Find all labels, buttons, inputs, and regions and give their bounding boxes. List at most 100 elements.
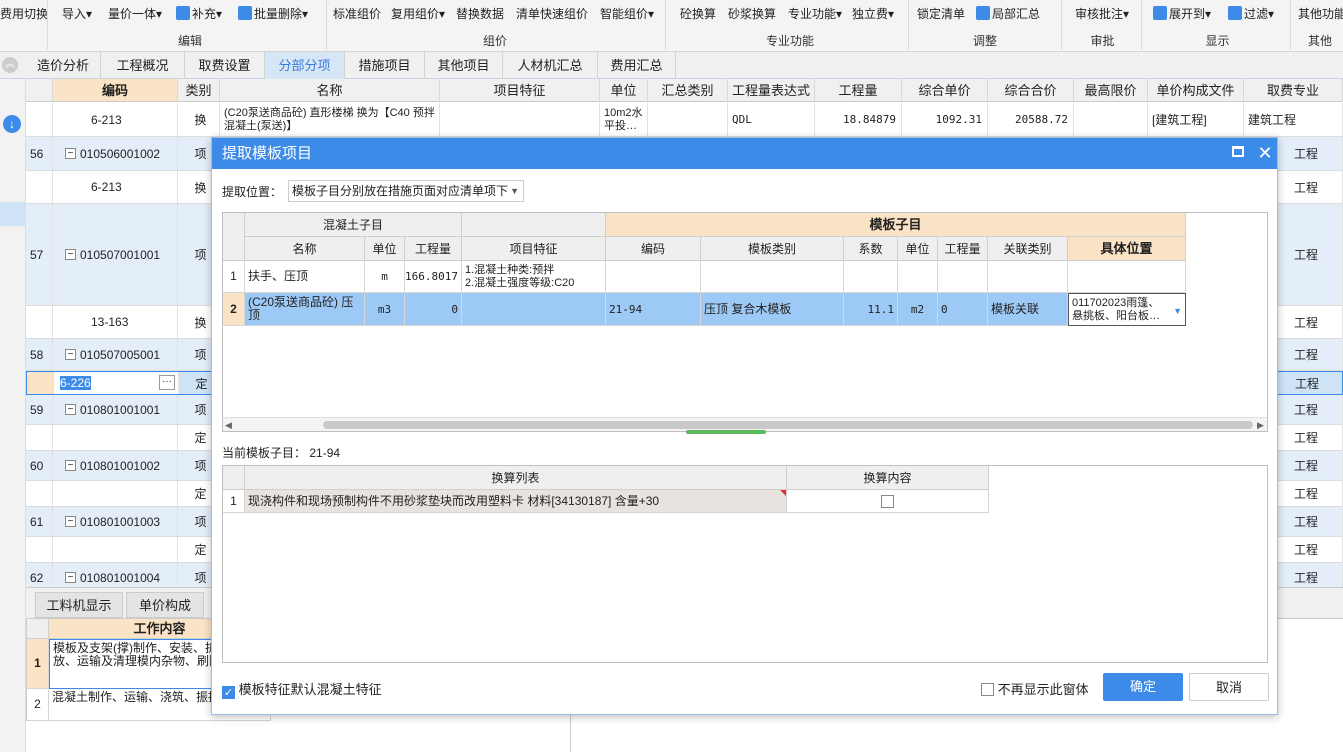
collapse-up-icon[interactable]: ︽ bbox=[2, 57, 18, 73]
header-unit[interactable]: 单位 bbox=[600, 79, 648, 102]
cell-position-editor[interactable]: 011702023雨篷、悬挑板、阳台板… ▼ bbox=[1068, 293, 1186, 326]
cell-qty2[interactable]: 0 bbox=[938, 293, 988, 326]
cell-qty[interactable]: 0 bbox=[405, 293, 462, 326]
cell-unit2[interactable]: m2 bbox=[898, 293, 938, 326]
row-code[interactable]: 6-213 bbox=[53, 103, 178, 136]
tab-measures[interactable]: 措施项目 bbox=[345, 52, 425, 79]
import-button[interactable]: 导入▾ bbox=[62, 4, 92, 24]
row-code[interactable]: −010801001003 bbox=[53, 507, 178, 536]
cell-relation[interactable]: 模板关联 bbox=[988, 293, 1068, 326]
horizontal-scrollbar[interactable]: ◀ ▶ bbox=[223, 417, 1267, 431]
header-total-price[interactable]: 综合合价 bbox=[988, 79, 1074, 102]
header-max-price[interactable]: 最高限价 bbox=[1074, 79, 1148, 102]
header-name[interactable]: 名称 bbox=[220, 79, 440, 102]
cell-feature[interactable]: 1.混凝土种类:预拌 2.混凝土强度等级:C20 bbox=[462, 261, 606, 293]
cell-unit[interactable]: m bbox=[365, 261, 405, 293]
special-function-button[interactable]: 专业功能▾ bbox=[788, 4, 842, 24]
scroll-left-icon[interactable]: ◀ bbox=[225, 419, 235, 431]
header-coef[interactable]: 系数 bbox=[844, 237, 898, 261]
replace-data-button[interactable]: 替换数据 bbox=[456, 4, 504, 24]
lock-list-button[interactable]: 锁定清单 bbox=[917, 4, 965, 24]
chevron-down-icon[interactable]: ▼ bbox=[1173, 305, 1182, 318]
header-code[interactable]: 编码 bbox=[606, 237, 701, 261]
header-template-type[interactable]: 模板类别 bbox=[701, 237, 844, 261]
conversion-item[interactable]: 现浇构件和现场预制构件不用砂浆垫块而改用塑料卡 材料[34130187] 含量+… bbox=[245, 490, 787, 513]
mortar-convert-button[interactable]: 砂浆换算 bbox=[728, 4, 776, 24]
header-price-file[interactable]: 单价构成文件 bbox=[1148, 79, 1244, 102]
tab-items[interactable]: 分部分项 bbox=[265, 52, 345, 79]
default-feature-option[interactable]: ✓ 模板特征默认混凝土特征 bbox=[222, 679, 382, 699]
header-unit-price[interactable]: 综合单价 bbox=[902, 79, 988, 102]
row-name[interactable]: (C20泵送商品砼) 直形楼梯 换为【C40 预拌混凝土(泵送)】 bbox=[220, 103, 440, 136]
row-code[interactable]: 13-163 bbox=[53, 306, 178, 338]
quick-pricing-button[interactable]: 清单快速组价 bbox=[516, 4, 588, 24]
scroll-right-icon[interactable]: ▶ bbox=[1257, 419, 1267, 431]
row-unit[interactable]: 10m2水平投… bbox=[600, 103, 648, 136]
collapse-icon[interactable]: − bbox=[65, 349, 76, 360]
ok-button[interactable]: 确定 bbox=[1103, 673, 1183, 701]
row-code[interactable]: −010507005001 bbox=[53, 339, 178, 370]
independent-fee-button[interactable]: 独立费▾ bbox=[852, 4, 894, 24]
standard-pricing-button[interactable]: 标准组价 bbox=[333, 4, 381, 24]
header-unit[interactable]: 单位 bbox=[365, 237, 405, 261]
cell-position[interactable] bbox=[1068, 261, 1186, 293]
tab-cost-analysis[interactable]: 造价分析 bbox=[26, 52, 101, 79]
fee-switch-button[interactable]: 费用切换 bbox=[0, 4, 48, 24]
smart-pricing-button[interactable]: 智能组价▾ bbox=[600, 4, 654, 24]
collapse-icon[interactable]: − bbox=[65, 516, 76, 527]
row-qty-expr[interactable]: QDL bbox=[728, 103, 815, 136]
tab-other-items[interactable]: 其他项目 bbox=[425, 52, 503, 79]
row-code[interactable]: −010506001002 bbox=[53, 137, 178, 170]
cancel-button[interactable]: 取消 bbox=[1189, 673, 1269, 701]
batch-delete-button[interactable]: 批量删除▾ bbox=[238, 4, 308, 24]
collapse-icon[interactable]: − bbox=[65, 404, 76, 415]
header-summary-type[interactable]: 汇总类别 bbox=[648, 79, 728, 102]
conversion-checkbox-cell[interactable] bbox=[787, 490, 989, 513]
supplement-button[interactable]: 补充▾ bbox=[176, 4, 222, 24]
scrollbar-thumb[interactable] bbox=[323, 421, 1253, 429]
concrete-convert-button[interactable]: 砼换算 bbox=[680, 4, 716, 24]
row-code[interactable] bbox=[53, 481, 178, 506]
header-position[interactable]: 具体位置 bbox=[1068, 237, 1186, 261]
cell-unit2[interactable] bbox=[898, 261, 938, 293]
row-code[interactable] bbox=[53, 425, 178, 450]
maximize-icon[interactable] bbox=[1232, 146, 1244, 157]
tab-labor-machine[interactable]: 工料机显示 bbox=[35, 592, 123, 618]
qty-price-button[interactable]: 量价一体▾ bbox=[108, 4, 162, 24]
collapse-icon[interactable]: − bbox=[65, 249, 76, 260]
header-type[interactable]: 类别 bbox=[178, 79, 220, 102]
row-qty[interactable]: 18.84879 bbox=[815, 103, 902, 136]
header-qty[interactable]: 工程量 bbox=[815, 79, 902, 102]
row-code[interactable]: −010801001001 bbox=[53, 395, 178, 424]
cell-template-type[interactable]: 压顶 复合木模板 bbox=[701, 293, 844, 326]
tab-fee-summary[interactable]: 费用汇总 bbox=[598, 52, 676, 79]
row-code[interactable]: −010801001002 bbox=[53, 451, 178, 480]
cell-coef[interactable] bbox=[844, 261, 898, 293]
row-code-editor[interactable]: 6-226 ··· bbox=[54, 372, 179, 394]
cell-qty2[interactable] bbox=[938, 261, 988, 293]
review-comment-button[interactable]: 审核批注▾ bbox=[1075, 4, 1129, 24]
cell-qty[interactable]: 166.8017 bbox=[405, 261, 462, 293]
row-price-file[interactable]: [建筑工程] bbox=[1148, 103, 1244, 136]
tab-fee-settings[interactable]: 取费设置 bbox=[185, 52, 265, 79]
filter-button[interactable]: 过滤▾ bbox=[1228, 4, 1274, 24]
tab-project-overview[interactable]: 工程概况 bbox=[101, 52, 185, 79]
no-show-option[interactable]: 不再显示此窗体 bbox=[981, 679, 1089, 698]
cell-feature[interactable] bbox=[462, 293, 606, 326]
row-code[interactable]: 6-213 bbox=[53, 171, 178, 203]
cell-template-type[interactable] bbox=[701, 261, 844, 293]
splitter-handle[interactable] bbox=[686, 430, 766, 434]
tab-price-composition[interactable]: 单价构成 bbox=[126, 592, 204, 618]
no-show-checkbox[interactable] bbox=[981, 683, 994, 696]
conversion-checkbox[interactable] bbox=[881, 494, 894, 508]
cell-code[interactable]: 21-94 bbox=[606, 293, 701, 326]
row-code[interactable]: −010801001004 bbox=[53, 563, 178, 587]
position-select[interactable]: 模板子目分别放在措施页面对应清单项下 ▼ bbox=[288, 180, 524, 202]
other-function-button[interactable]: 其他功能 bbox=[1298, 4, 1343, 24]
header-feature[interactable]: 项目特征 bbox=[462, 237, 606, 261]
close-icon[interactable]: ✕ bbox=[1256, 142, 1274, 164]
row-fee-major[interactable]: 建筑工程 bbox=[1244, 103, 1343, 136]
header-conversion-content[interactable]: 换算内容 bbox=[787, 466, 989, 490]
header-code[interactable]: 编码 bbox=[53, 79, 178, 102]
more-button[interactable]: ··· bbox=[159, 375, 175, 390]
